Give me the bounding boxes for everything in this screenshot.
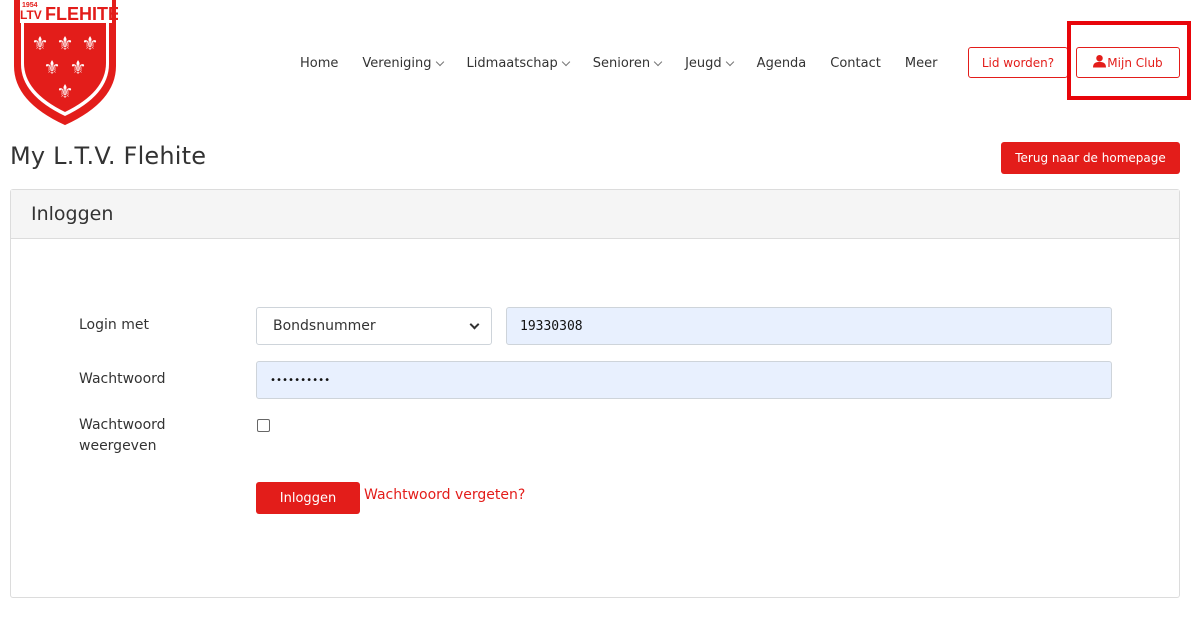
chevron-down-icon — [469, 319, 480, 330]
lid-worden-button[interactable]: Lid worden? — [968, 47, 1068, 78]
password-input[interactable]: •••••••••• — [256, 361, 1112, 399]
nav-lidmaatschap[interactable]: Lidmaatschap — [467, 56, 570, 71]
nav-meer[interactable]: Meer — [905, 56, 938, 71]
logo-name: FLEHITE — [45, 4, 118, 24]
svg-text:⚜: ⚜ — [69, 57, 86, 79]
chevron-down-icon — [435, 57, 444, 66]
back-to-homepage-button[interactable]: Terug naar de homepage — [1001, 142, 1180, 174]
login-card-header: Inloggen — [11, 190, 1179, 239]
svg-text:⚜: ⚜ — [56, 33, 73, 55]
nav-agenda[interactable]: Agenda — [757, 56, 807, 71]
forgot-password-link[interactable]: Wachtwoord vergeten? — [364, 487, 525, 503]
chevron-down-icon — [653, 57, 663, 66]
login-submit-button[interactable]: Inloggen — [256, 482, 360, 514]
nav-senioren[interactable]: Senioren — [593, 56, 663, 71]
page-title: My L.T.V. Flehite — [10, 142, 207, 170]
logo-letters: LTV — [20, 8, 42, 22]
show-password-label: Wachtwoord weergeven — [79, 417, 166, 454]
login-card: Inloggen Login met Bondsnummer 19330308 … — [10, 189, 1180, 598]
nav-vereniging[interactable]: Vereniging — [362, 56, 444, 71]
highlight-box — [1067, 21, 1191, 100]
svg-text:⚜: ⚜ — [31, 33, 48, 55]
svg-text:⚜: ⚜ — [81, 33, 98, 55]
password-label: Wachtwoord — [79, 371, 166, 387]
svg-text:⚜: ⚜ — [43, 57, 60, 79]
username-input[interactable]: 19330308 — [506, 307, 1112, 345]
login-method-select[interactable]: Bondsnummer — [256, 307, 492, 345]
chevron-down-icon — [725, 57, 734, 66]
main-nav: Home Vereniging Lidmaatschap Senioren Je… — [288, 52, 949, 74]
login-met-label: Login met — [79, 317, 149, 333]
nav-jeugd[interactable]: Jeugd — [685, 56, 734, 71]
nav-home[interactable]: Home — [300, 56, 338, 71]
svg-text:⚜: ⚜ — [56, 81, 73, 103]
nav-contact[interactable]: Contact — [830, 56, 881, 71]
show-password-checkbox[interactable] — [257, 419, 270, 432]
club-logo[interactable]: 1954 LTV FLEHITE ⚜ ⚜ ⚜ ⚜ ⚜ ⚜ — [12, 0, 118, 126]
chevron-down-icon — [561, 57, 570, 66]
login-heading: Inloggen — [31, 203, 114, 225]
